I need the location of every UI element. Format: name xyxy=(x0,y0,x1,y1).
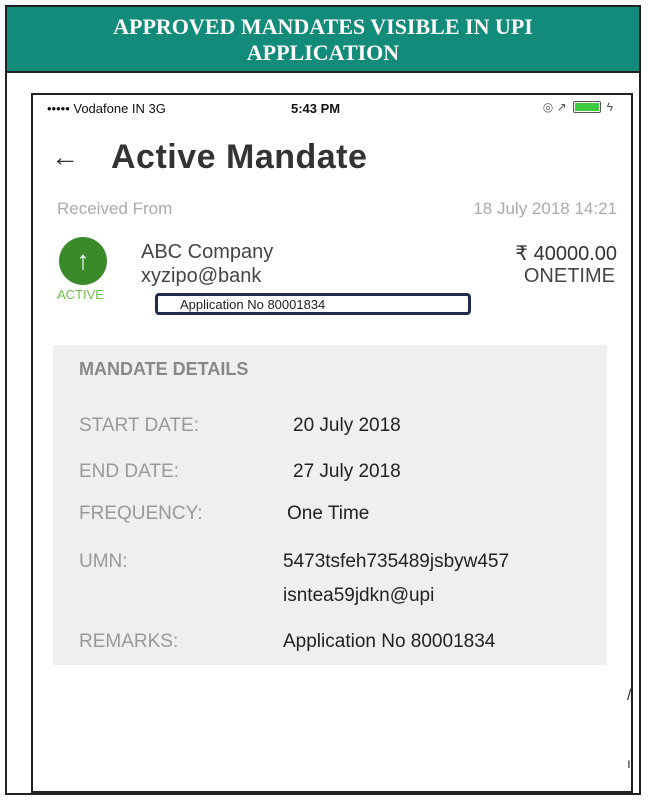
phone-screenshot: ••••• Vodafone IN 3G 5:43 PM ◎ ↗ ϟ ← Act… xyxy=(31,93,633,793)
banner-line-2: APPLICATION xyxy=(246,40,400,65)
charging-icon: ϟ xyxy=(606,100,613,114)
start-date-value: 20 July 2018 xyxy=(293,415,401,436)
payee-vpa: xyzipo@bank xyxy=(141,265,262,287)
mandate-type: ONETIME xyxy=(523,265,615,287)
umn-value-line-2: isntea59jdkn@upi xyxy=(283,585,435,606)
received-from-label: Received From xyxy=(57,199,173,218)
umn-label: UMN: xyxy=(79,551,128,572)
slide-frame: APPROVED MANDATES VISIBLE IN UPI APPLICA… xyxy=(5,5,641,795)
mandate-details-panel: MANDATE DETAILS START DATE: 20 July 2018… xyxy=(53,345,607,665)
frequency-value: One Time xyxy=(287,503,370,524)
remarks-value: Application No 80001834 xyxy=(283,631,496,652)
remarks-label: REMARKS: xyxy=(79,631,179,652)
application-number-highlight: Application No 80001834 xyxy=(155,293,471,315)
edge-glyph: ı xyxy=(627,755,631,771)
app-header: ← Active Mandate xyxy=(51,135,367,179)
end-date-label: END DATE: xyxy=(79,461,179,482)
start-date-label: START DATE: xyxy=(79,415,200,436)
page-title: Active Mandate xyxy=(111,137,368,176)
frequency-label: FREQUENCY: xyxy=(79,503,203,524)
status-icons: ◎ ↗ ϟ xyxy=(543,100,613,114)
slide-banner: APPROVED MANDATES VISIBLE IN UPI APPLICA… xyxy=(7,7,639,73)
received-date: 18 July 2018 14:21 xyxy=(473,199,617,218)
carrier-label: ••••• Vodafone IN 3G xyxy=(47,101,166,116)
location-icon: ◎ ↗ xyxy=(542,100,567,114)
back-arrow-icon[interactable]: ← xyxy=(51,141,111,173)
mandate-amount: ₹ 40000.00 xyxy=(515,243,617,265)
umn-value-line-1: 5473tsfeh735489jsbyw457 xyxy=(283,551,510,572)
banner-line-1: APPROVED MANDATES VISIBLE IN UPI xyxy=(113,14,533,39)
status-badge: ACTIVE xyxy=(57,287,104,302)
details-heading: MANDATE DETAILS xyxy=(79,359,249,379)
up-arrow-icon: ↑ xyxy=(59,237,107,285)
status-bar: ••••• Vodafone IN 3G 5:43 PM ◎ ↗ ϟ xyxy=(33,95,631,119)
edge-glyph: / xyxy=(627,687,632,704)
clock: 5:43 PM xyxy=(291,101,341,116)
payee-name: ABC Company xyxy=(141,241,274,263)
battery-icon xyxy=(572,101,601,113)
end-date-value: 27 July 2018 xyxy=(293,461,401,482)
